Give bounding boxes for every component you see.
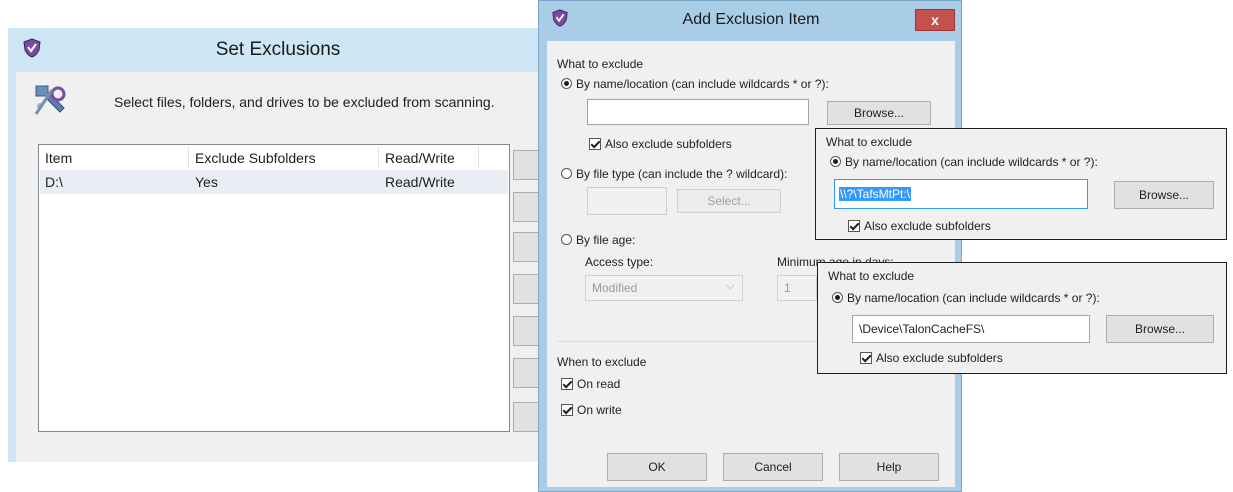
on-read-checkbox[interactable]: On read	[561, 377, 620, 391]
callout1-by-name-label: By name/location (can include wildcards …	[845, 155, 1098, 169]
set-exclusions-description: Select files, folders, and drives to be …	[114, 94, 495, 110]
cell-item: D:\	[45, 174, 63, 190]
callout2-also-exclude-label: Also exclude subfolders	[876, 351, 1003, 365]
radio-selected-icon	[830, 156, 841, 167]
column-header-exclude-subfolders[interactable]: Exclude Subfolders	[189, 147, 379, 169]
callout1-by-name-radio[interactable]: By name/location (can include wildcards …	[830, 155, 1098, 169]
checkbox-checked-icon	[561, 378, 573, 390]
chevron-down-icon: ⌵	[726, 280, 735, 292]
on-write-label: On write	[577, 403, 622, 417]
callout2-group-label: What to exclude	[828, 269, 915, 283]
callout2-also-exclude-checkbox[interactable]: Also exclude subfolders	[860, 351, 1003, 365]
radio-selected-icon	[561, 78, 572, 89]
access-type-label: Access type:	[585, 255, 654, 269]
callout1-also-exclude-label: Also exclude subfolders	[864, 219, 991, 233]
name-location-input[interactable]	[587, 99, 809, 125]
checkbox-checked-icon	[848, 220, 860, 232]
cancel-button[interactable]: Cancel	[723, 453, 823, 481]
also-exclude-subfolders-label: Also exclude subfolders	[605, 137, 732, 151]
callout1-name-input[interactable]: \\?\TafsMtPt:\	[834, 179, 1088, 209]
shield-icon	[551, 9, 569, 27]
set-exclusions-client: Select files, folders, and drives to be …	[16, 72, 553, 462]
access-type-value: Modified	[592, 281, 638, 295]
also-exclude-subfolders-checkbox[interactable]: Also exclude subfolders	[589, 137, 732, 151]
radio-unselected-icon	[561, 168, 572, 179]
dialog-title: Add Exclusion Item	[682, 11, 820, 28]
callout1-group-label: What to exclude	[826, 135, 913, 149]
cell-read-write: Read/Write	[385, 174, 455, 190]
callout2-browse-button[interactable]: Browse...	[1106, 315, 1214, 343]
callout2-name-input[interactable]: \Device\TalonCacheFS\	[852, 315, 1090, 343]
on-read-label: On read	[577, 377, 621, 391]
cell-exclude-subfolders: Yes	[195, 174, 218, 190]
by-file-age-label: By file age:	[576, 233, 636, 247]
close-button[interactable]: x	[915, 9, 955, 31]
browse-button[interactable]: Browse...	[827, 101, 931, 125]
callout2-by-name-radio[interactable]: By name/location (can include wildcards …	[832, 291, 1100, 305]
by-file-age-radio[interactable]: By file age:	[561, 233, 635, 247]
by-name-radio[interactable]: By name/location (can include wildcards …	[561, 77, 829, 91]
by-file-type-label: By file type (can include the ? wildcard…	[576, 167, 788, 181]
radio-selected-icon	[832, 292, 843, 303]
callout2-name-value: \Device\TalonCacheFS\	[859, 322, 985, 336]
checkbox-checked-icon	[561, 404, 573, 416]
checkbox-checked-icon	[589, 138, 601, 150]
access-type-select[interactable]: Modified ⌵	[585, 275, 743, 301]
minimum-age-input[interactable]: 1	[777, 275, 817, 301]
callout-example-2: What to exclude By name/location (can in…	[817, 262, 1227, 374]
shield-icon	[22, 38, 42, 58]
by-name-label: By name/location (can include wildcards …	[576, 77, 829, 91]
set-exclusions-window: Set Exclusions Select files, folders, an…	[8, 28, 553, 462]
checkbox-checked-icon	[860, 352, 872, 364]
exclusions-table[interactable]: Item Exclude Subfolders Read/Write D:\ Y…	[38, 144, 510, 432]
column-header-item[interactable]: Item	[39, 147, 189, 169]
what-to-exclude-group-label: What to exclude	[557, 57, 644, 71]
file-type-input[interactable]	[587, 187, 667, 215]
callout1-browse-button[interactable]: Browse...	[1114, 181, 1214, 209]
callout-example-1: What to exclude By name/location (can in…	[815, 128, 1227, 240]
callout1-also-exclude-checkbox[interactable]: Also exclude subfolders	[848, 219, 991, 233]
ok-button[interactable]: OK	[607, 453, 707, 481]
radio-unselected-icon	[561, 234, 572, 245]
on-write-checkbox[interactable]: On write	[561, 403, 622, 417]
add-exclusion-dialog: Add Exclusion Item x What to exclude By …	[538, 0, 962, 492]
set-exclusions-title: Set Exclusions	[215, 39, 341, 60]
when-to-exclude-group-label: When to exclude	[557, 355, 647, 369]
column-header-read-write[interactable]: Read/Write	[379, 147, 479, 169]
callout1-name-value: \\?\TafsMtPt:\	[839, 187, 912, 201]
selected-text: \\?\TafsMtPt:\	[839, 187, 912, 201]
callout2-by-name-label: By name/location (can include wildcards …	[847, 291, 1100, 305]
help-button[interactable]: Help	[839, 453, 939, 481]
minimum-age-value: 1	[784, 281, 791, 295]
select-button[interactable]: Select...	[677, 189, 781, 213]
settings-tools-icon	[32, 82, 68, 118]
by-file-type-radio[interactable]: By file type (can include the ? wildcard…	[561, 167, 787, 181]
